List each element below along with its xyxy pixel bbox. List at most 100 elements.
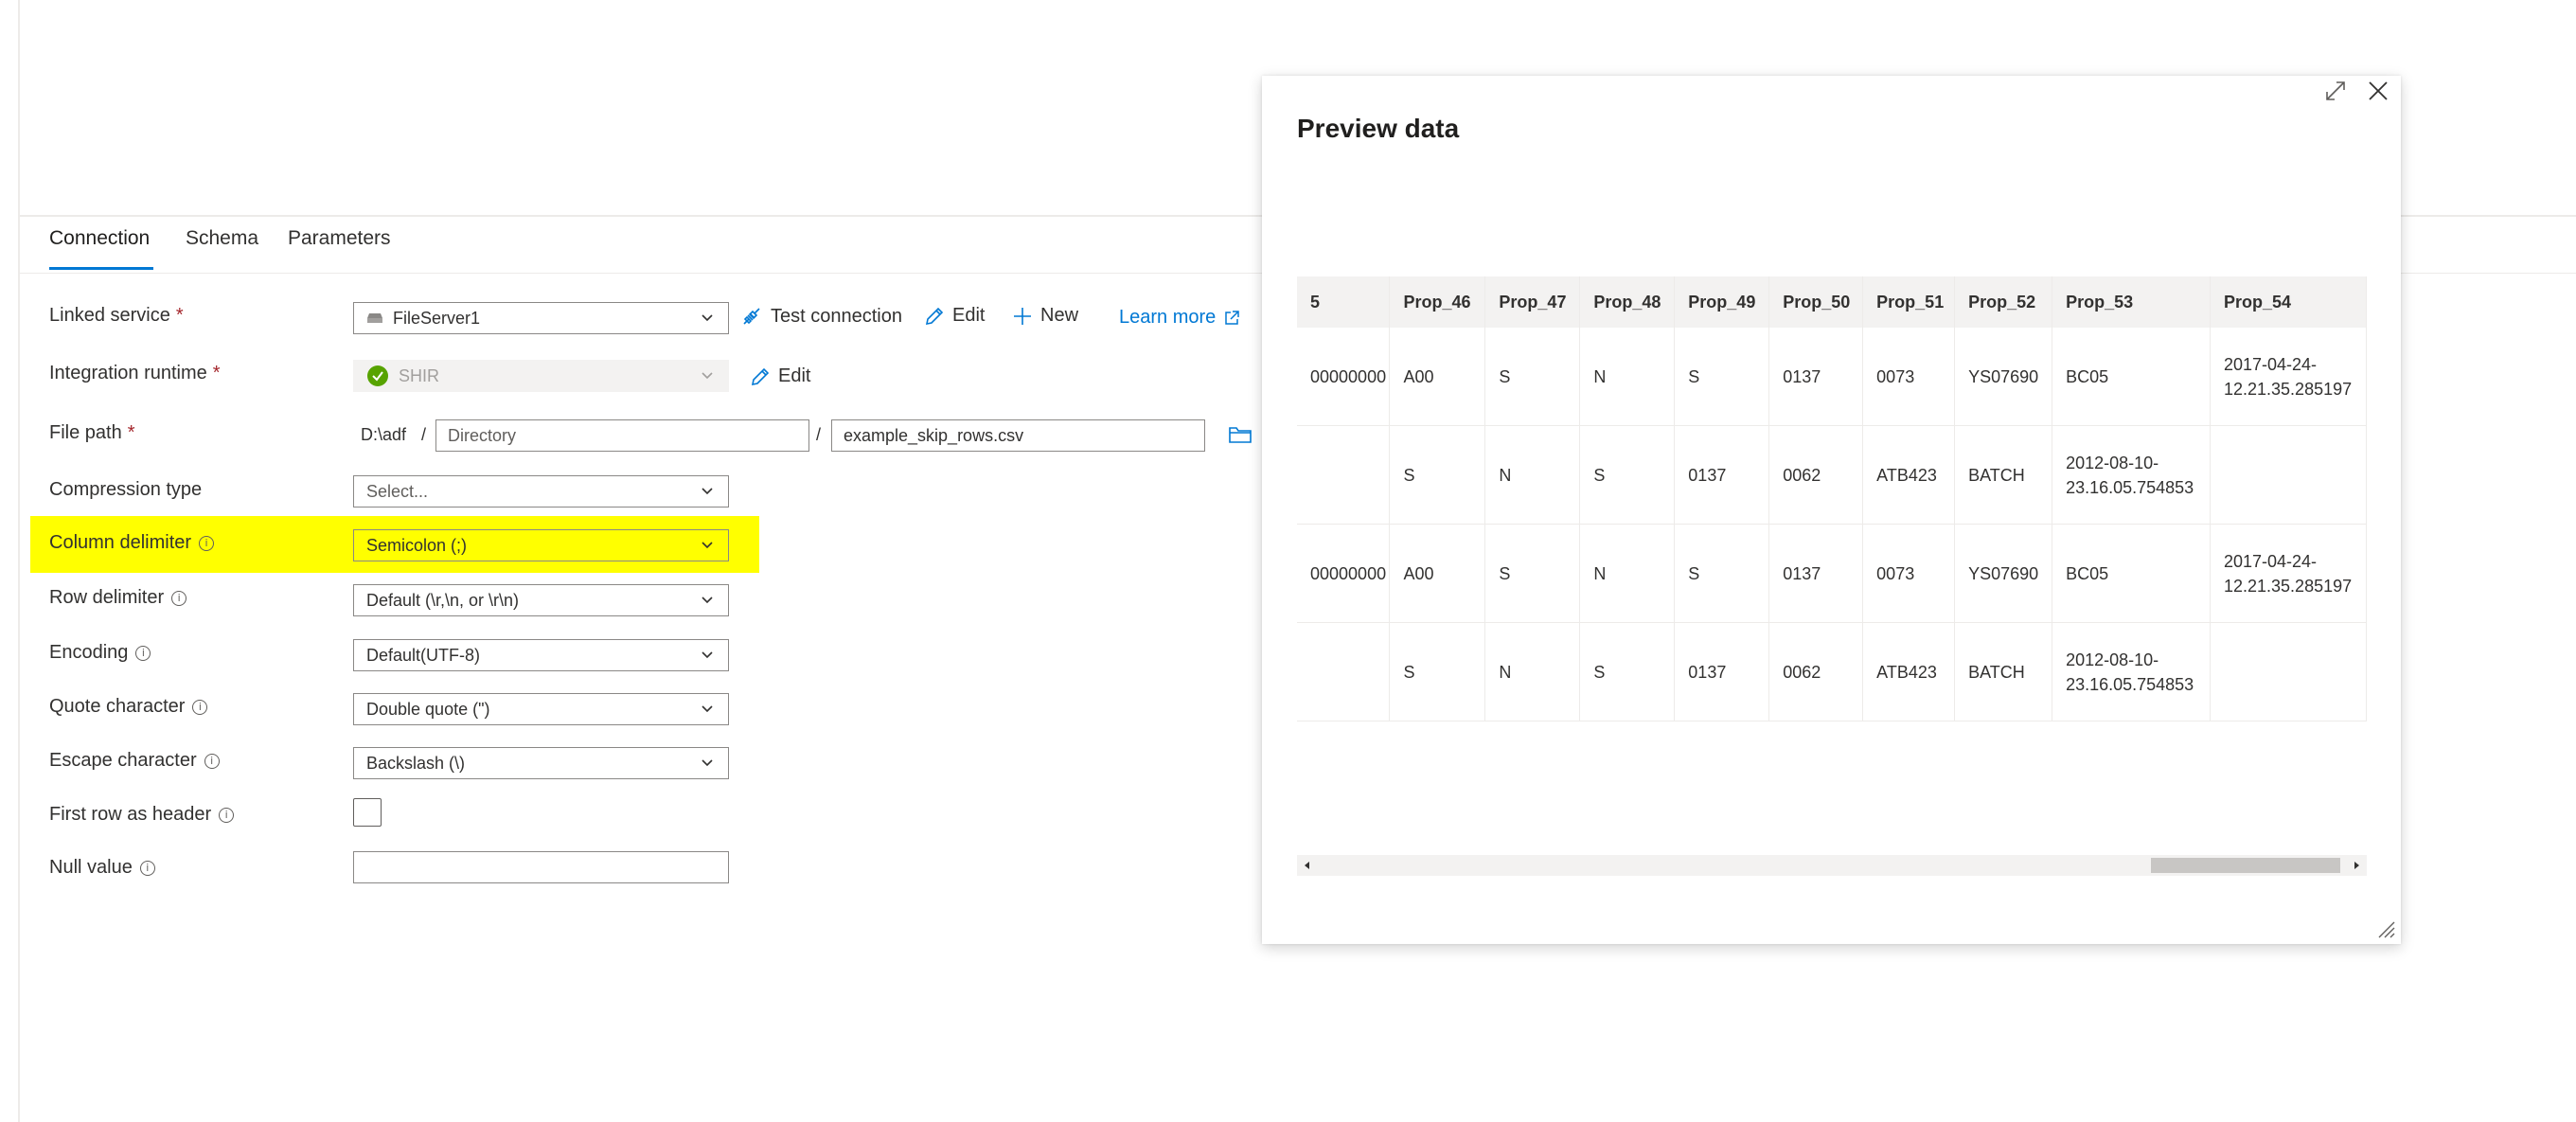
table-cell: ATB423 [1862, 425, 1956, 525]
table-cell: 0137 [1768, 328, 1864, 426]
folder-icon[interactable] [1228, 424, 1252, 445]
table-header-row: 5 Prop_46 Prop_47 Prop_48 Prop_49 Prop_50 Prop… [1297, 276, 2367, 328]
scrollbar-thumb[interactable] [2151, 858, 2340, 873]
compression-type-label: Compression type [49, 479, 203, 500]
table-row: S N S 0137 0062 ATB423 BATCH 2012-08-10- 23.16.… [1297, 425, 2367, 525]
table-cell: A00 [1389, 328, 1486, 426]
table-cell: 2012-08-10- 23.16.05.754853 [2052, 425, 2211, 525]
directory-input[interactable]: Directory [435, 419, 809, 452]
column-header[interactable]: Prop_47 [1484, 276, 1581, 328]
horizontal-scrollbar[interactable] [1297, 855, 2367, 876]
row-delimiter-dropdown[interactable]: Default (\r,\n, or \r\n) [353, 584, 729, 616]
chevron-down-icon [702, 759, 713, 767]
scroll-right-arrow[interactable] [2346, 855, 2367, 876]
info-icon[interactable]: i [219, 807, 235, 823]
preview-title: Preview data [1297, 114, 1460, 143]
linked-service-dropdown[interactable]: FileServer1 [353, 302, 729, 334]
chevron-down-icon [702, 651, 713, 659]
chevron-down-icon [702, 372, 713, 380]
compression-type-dropdown[interactable]: Select... [353, 475, 729, 508]
table-cell: 0137 [1674, 622, 1770, 721]
first-row-header-checkbox[interactable] [353, 798, 382, 827]
table-cell: 0062 [1768, 425, 1864, 525]
preview-table: 5 Prop_46 Prop_47 Prop_48 Prop_49 Prop_50 Prop… [1297, 276, 2367, 721]
table-cell: 0137 [1674, 425, 1770, 525]
column-header[interactable]: Prop_53 [2052, 276, 2211, 328]
null-value-label: Null value i [49, 857, 155, 879]
pencil-icon [925, 307, 944, 325]
integration-runtime-value: SHIR [399, 365, 440, 385]
edit-linked-service-button[interactable]: Edit [924, 305, 985, 327]
table-cell: S [1389, 622, 1486, 721]
table-cell: 0073 [1862, 524, 1956, 623]
table-cell: N [1484, 425, 1581, 525]
table-cell: 0137 [1768, 524, 1864, 623]
column-header[interactable]: Prop_52 [1954, 276, 2053, 328]
info-icon[interactable]: i [171, 590, 187, 606]
resize-handle-icon[interactable] [2374, 917, 2395, 938]
preview-data-grid[interactable]: 5 Prop_46 Prop_47 Prop_48 Prop_49 Prop_50 Prop… [1297, 276, 2367, 795]
info-icon[interactable]: i [135, 645, 151, 661]
quote-character-dropdown[interactable]: Double quote (") [353, 693, 729, 725]
table-cell: S [1579, 425, 1676, 525]
table-cell: S [1674, 328, 1770, 426]
column-delimiter-dropdown[interactable]: Semicolon (;) [353, 529, 729, 561]
null-value-input[interactable] [353, 851, 729, 883]
plug-icon [743, 308, 760, 325]
table-cell: 2012-08-10- 23.16.05.754853 [2052, 622, 2211, 721]
file-path-separator: / [816, 425, 822, 444]
plus-icon [1014, 307, 1031, 325]
expand-icon[interactable] [2323, 79, 2348, 103]
tab-connection[interactable]: Connection [49, 227, 150, 250]
close-icon[interactable] [2366, 79, 2390, 103]
new-linked-service-button[interactable]: New [1012, 305, 1078, 327]
escape-character-dropdown[interactable]: Backslash (\) [353, 747, 729, 779]
integration-runtime-dropdown[interactable]: SHIR [353, 360, 729, 392]
encoding-dropdown[interactable]: Default(UTF-8) [353, 639, 729, 671]
edit-integration-runtime-button[interactable]: Edit [750, 365, 810, 387]
linked-service-label: Linked service * [49, 305, 184, 326]
pencil-icon [751, 367, 770, 385]
table-cell: S [1674, 524, 1770, 623]
table-row: S N S 0137 0062 ATB423 BATCH 2012-08-10- 23.16.… [1297, 622, 2367, 721]
info-icon[interactable]: i [139, 860, 155, 876]
info-icon[interactable]: i [192, 699, 208, 715]
left-border [18, 0, 20, 1122]
column-header[interactable]: 5 [1297, 276, 1391, 328]
table-cell: S [1484, 328, 1581, 426]
tab-schema[interactable]: Schema [186, 227, 258, 250]
external-link-icon [1225, 310, 1240, 325]
caret-right-icon [2354, 862, 2359, 869]
table-cell: ATB423 [1862, 622, 1956, 721]
preview-data-panel: Preview data 5 Prop_46 Prop_47 Prop_48 Prop_… [1262, 76, 2401, 944]
table-cell: BC05 [2052, 328, 2211, 426]
column-header[interactable]: Prop_46 [1389, 276, 1486, 328]
table-cell: 00000000 [1297, 328, 1391, 426]
column-header[interactable]: Prop_50 [1768, 276, 1864, 328]
tab-active-indicator [49, 267, 153, 270]
test-connection-button[interactable]: Test connection [740, 305, 902, 328]
chevron-down-icon [702, 597, 713, 604]
table-cell: 0073 [1862, 328, 1956, 426]
column-header[interactable]: Prop_51 [1862, 276, 1956, 328]
quote-character-label: Quote character i [49, 696, 208, 718]
table-cell: S [1579, 622, 1676, 721]
file-name-input[interactable]: example_skip_rows.csv [831, 419, 1205, 452]
tab-parameters[interactable]: Parameters [288, 227, 391, 250]
escape-character-label: Escape character i [49, 750, 220, 772]
table-cell: YS07690 [1954, 328, 2053, 426]
learn-more-link[interactable]: Learn more [1119, 307, 1240, 329]
encoding-label: Encoding i [49, 642, 151, 664]
column-header[interactable]: Prop_49 [1674, 276, 1770, 328]
scroll-left-arrow[interactable] [1297, 855, 1318, 876]
info-icon[interactable]: i [204, 753, 220, 769]
table-cell: YS07690 [1954, 524, 2053, 623]
info-icon[interactable]: i [199, 535, 215, 551]
chevron-down-icon [702, 488, 713, 495]
chevron-down-icon [702, 542, 713, 549]
row-delimiter-label: Row delimiter i [49, 587, 187, 609]
column-header[interactable]: Prop_48 [1579, 276, 1676, 328]
column-header[interactable]: Prop_54 [2210, 276, 2367, 328]
table-cell: 00000000 [1297, 524, 1391, 623]
table-cell [2210, 425, 2367, 525]
